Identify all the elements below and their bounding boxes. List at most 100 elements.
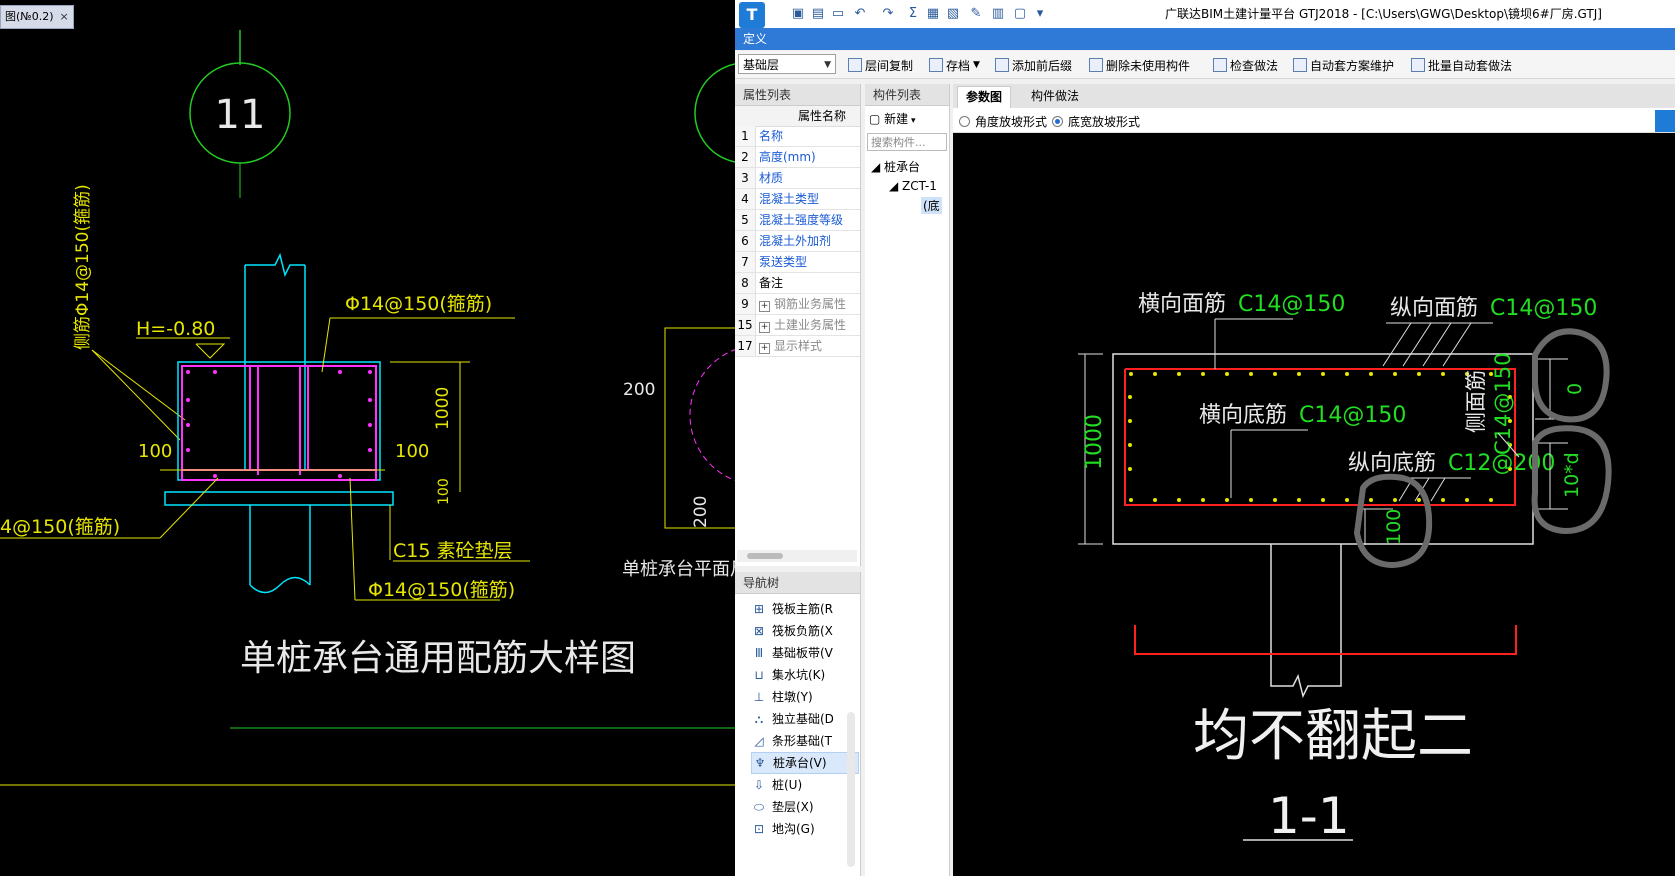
drawing-tab-label: 图(№0.2) [5, 10, 54, 23]
height-dim: 1000 [433, 387, 453, 430]
attribute-row[interactable]: 6 混凝土外加剂 [735, 231, 860, 252]
nav-scrollbar[interactable] [847, 712, 855, 867]
attribute-name: 混凝土类型 [759, 192, 820, 206]
attribute-column-header: 属性名称 [735, 106, 860, 127]
close-icon[interactable]: × [60, 6, 69, 28]
rebar-dot [1128, 443, 1132, 447]
section-drawing[interactable]: 横向面筋 C14@150 纵向面筋 C14@150 横向底筋 C14@150 纵… [953, 133, 1675, 876]
nav-item[interactable]: ⊥ 柱墩(Y) [751, 686, 859, 708]
rebar-dot [1297, 498, 1301, 502]
nav-item[interactable]: ◿ 条形基础(T [751, 730, 859, 752]
delete-unused-label: 删除未使用构件 [1106, 58, 1191, 73]
rebar-icon[interactable]: ▥ [990, 6, 1006, 22]
delete-unused-button[interactable]: 删除未使用构件 [1089, 56, 1190, 74]
attribute-row[interactable]: 5 混凝土强度等级 [735, 210, 860, 231]
nav-item[interactable]: ⛬ 独立基础(D [751, 708, 859, 730]
attribute-row[interactable]: 4 混凝土类型 [735, 189, 860, 210]
nav-item-label: 集水坑(K) [772, 668, 826, 682]
nav-item[interactable]: ⊡ 地沟(G) [751, 818, 859, 840]
archive-icon [929, 58, 943, 72]
plan-title: 单桩承台平面尺寸 [622, 559, 735, 580]
radio-icon [959, 116, 970, 127]
nav-item[interactable]: Ⅲ 基础板带(V [751, 642, 859, 664]
nav-item-label: 垫层(X) [772, 800, 814, 814]
attribute-name: 材质 [759, 171, 784, 185]
nav-item[interactable]: ⊔ 集水坑(K) [751, 664, 859, 686]
prefix-icon [995, 58, 1009, 72]
column-pier-icon: ⊥ [753, 690, 765, 704]
rebar-dot [1417, 498, 1421, 502]
rebar-dot [1129, 498, 1133, 502]
nav-item[interactable]: ⊞ 筏板主筋(R [751, 598, 859, 620]
nav-item-pile-cap[interactable]: ♆ 桩承台(V) [751, 752, 859, 774]
sum-icon[interactable]: Σ [905, 6, 921, 22]
tree-node-label: ZCT-1 [902, 179, 937, 193]
edit-icon[interactable]: ✎ [968, 6, 984, 22]
bottom-transverse-value: C14@150 [1299, 403, 1406, 428]
attribute-group-row[interactable]: 15 + 土建业务属性 [735, 315, 860, 336]
search-placeholder: 搜索构件... [871, 136, 926, 149]
rebar-dot [1201, 372, 1205, 376]
expand-icon[interactable]: + [759, 301, 770, 312]
radio-angle-slope[interactable]: 角度放坡形式 [959, 113, 1047, 130]
open-icon[interactable]: ▭ [830, 6, 846, 22]
new-component-button[interactable]: ▢ 新建 ▾ [869, 110, 916, 127]
attribute-group-row[interactable]: 9 + 钢筋业务属性 [735, 294, 860, 315]
report-icon[interactable]: ▦ [925, 6, 941, 22]
nav-item[interactable]: ⊠ 筏板负筋(X [751, 620, 859, 642]
attribute-row[interactable]: 3 材质 [735, 168, 860, 189]
save-as-icon[interactable]: ▤ [810, 6, 826, 22]
floor-copy-button[interactable]: 层间复制 [848, 56, 913, 74]
check-method-button[interactable]: 检查做法 [1213, 56, 1278, 74]
redo-icon[interactable]: ↷ [880, 6, 896, 22]
app-logo-icon[interactable]: T [739, 2, 765, 28]
rebar-dot [1249, 498, 1253, 502]
attribute-group-row[interactable]: 17 + 显示样式 [735, 336, 860, 357]
dropdown-icon[interactable]: ▾ [1032, 6, 1048, 22]
scrollbar-thumb[interactable] [747, 553, 783, 559]
row-number: 2 [735, 147, 756, 167]
component-search-input[interactable]: 搜索构件... [867, 133, 947, 151]
expand-icon: ◢ [889, 179, 903, 193]
row-number: 5 [735, 210, 756, 230]
side-bar-note: 侧筋Φ14@150(箍筋) [73, 184, 93, 350]
side-action-button[interactable] [1655, 110, 1675, 132]
expand-icon[interactable]: + [759, 343, 770, 354]
tree-node-pile-cap[interactable]: ◢ 桩承台 [871, 158, 920, 175]
nav-item[interactable]: ⇩ 桩(U) [751, 774, 859, 796]
strip-footing-icon: ◿ [754, 734, 764, 748]
nav-item-label: 基础板带(V [772, 646, 833, 660]
batch-auto-button[interactable]: 批量自动套做法 [1411, 56, 1512, 74]
attribute-row[interactable]: 8 备注 [735, 273, 860, 294]
row-number: 4 [735, 189, 756, 209]
save-icon[interactable]: ▣ [790, 6, 806, 22]
tab-parameter-drawing[interactable]: 参数图 [957, 86, 1012, 108]
rebar-dot [1129, 372, 1133, 376]
drawing-tab[interactable]: 图(№0.2) × [0, 5, 74, 29]
attribute-row[interactable]: 1 名称 [735, 126, 860, 147]
expand-icon: ◢ [871, 160, 885, 174]
cover-bottom-dim: 100 [1383, 509, 1405, 545]
add-prefix-button[interactable]: 添加前后缀 [995, 56, 1072, 74]
radio-width-slope[interactable]: 底宽放坡形式 [1052, 113, 1140, 130]
expand-icon[interactable]: + [759, 322, 770, 333]
cad-drawing-area[interactable]: 图(№0.2) × 11 侧筋Φ14@150(箍筋) H=-0.80 Φ14@1… [0, 0, 735, 876]
attribute-hscrollbar[interactable] [737, 550, 857, 562]
axis-label: 11 [215, 92, 266, 138]
attribute-row[interactable]: 7 泵送类型 [735, 252, 860, 273]
archive-button[interactable]: 存档 ▼ [929, 56, 980, 74]
attribute-row[interactable]: 2 高度(mm) [735, 147, 860, 168]
tab-component-method[interactable]: 构件做法 [1023, 86, 1087, 107]
tree-node-zct1[interactable]: ◢ ZCT-1 [889, 179, 937, 193]
nav-item[interactable]: ⬭ 垫层(X) [751, 796, 859, 818]
sump-icon: ⊔ [754, 668, 764, 682]
rebar-dot [1345, 372, 1349, 376]
floor-select[interactable]: 基础层 ▼ [738, 54, 836, 74]
file-icon[interactable]: ▢ [1012, 6, 1028, 22]
rebar-dot [1273, 498, 1277, 502]
auto-scheme-button[interactable]: 自动套方案维护 [1293, 56, 1394, 74]
tree-node-sub[interactable]: (底 [921, 197, 942, 214]
chevron-down-icon: ▼ [824, 60, 831, 70]
undo-icon[interactable]: ↶ [852, 6, 868, 22]
check-icon[interactable]: ▧ [945, 6, 961, 22]
